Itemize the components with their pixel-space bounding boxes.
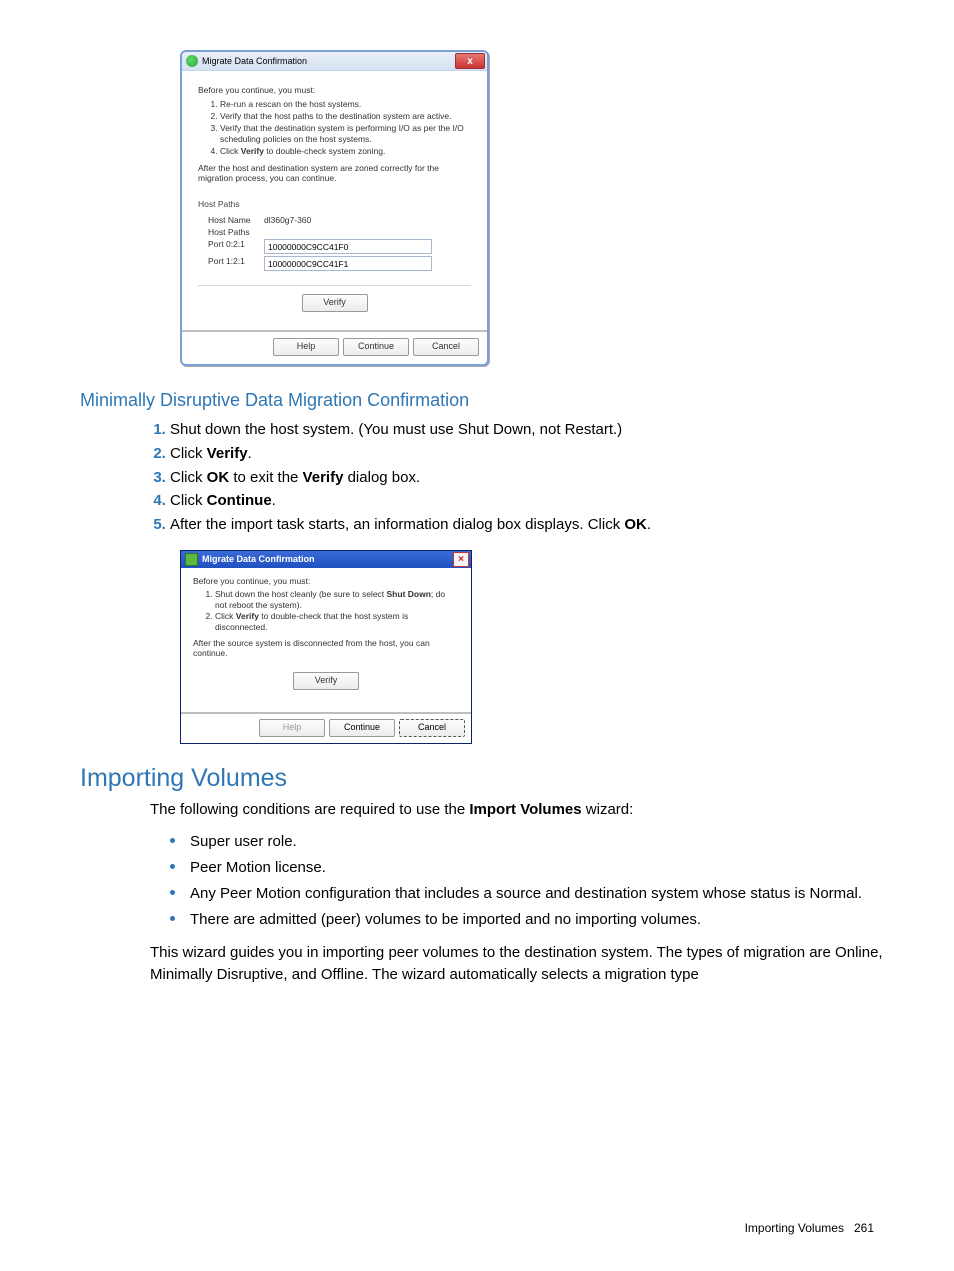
- migrate-data-dialog-1: Migrate Data Confirmation x Before you c…: [180, 50, 489, 366]
- dialog1-after: After the host and destination system ar…: [198, 163, 471, 183]
- section2-heading: Importing Volumes: [80, 764, 884, 793]
- dialog2-intro: Before you continue, you must:: [193, 576, 459, 586]
- continue-button[interactable]: Continue: [329, 719, 395, 737]
- section1-heading: Minimally Disruptive Data Migration Conf…: [80, 390, 884, 411]
- sec2-b3: Any Peer Motion configuration that inclu…: [170, 883, 884, 904]
- dialog1-footer: Help Continue Cancel: [182, 330, 487, 364]
- step4-pre: Click: [220, 146, 241, 156]
- dialog1-titlebar[interactable]: Migrate Data Confirmation x: [182, 52, 487, 71]
- app-icon: [186, 55, 198, 67]
- port0-label: Port 0:2:1: [208, 239, 264, 254]
- step-3: Verify that the destination system is pe…: [220, 123, 471, 145]
- page-footer: Importing Volumes 261: [745, 1221, 874, 1235]
- cancel-button[interactable]: Cancel: [413, 338, 479, 356]
- dialog1-title: Migrate Data Confirmation: [202, 56, 307, 66]
- close-icon[interactable]: x: [455, 53, 485, 69]
- section1-steps: Shut down the host system. (You must use…: [170, 419, 884, 536]
- sec1-li3: Click OK to exit the Verify dialog box.: [170, 467, 884, 489]
- dialog2-steps: Shut down the host cleanly (be sure to s…: [215, 589, 459, 633]
- dialog2-title: Migrate Data Confirmation: [202, 554, 315, 564]
- hostname-value: dl360g7-360: [264, 215, 311, 225]
- step4-post: to double-check system zoning.: [264, 146, 385, 156]
- hostname-row: Host Name dl360g7-360: [208, 215, 471, 225]
- port1-label: Port 1:2:1: [208, 256, 264, 271]
- migrate-data-dialog-2: Migrate Data Confirmation × Before you c…: [180, 550, 472, 744]
- step-1: Re-run a rescan on the host systems.: [220, 99, 471, 110]
- dialog1-steps: Re-run a rescan on the host systems. Ver…: [220, 99, 471, 157]
- sec2-b4: There are admitted (peer) volumes to be …: [170, 909, 884, 930]
- footer-label: Importing Volumes: [745, 1221, 844, 1235]
- dialog1-intro: Before you continue, you must:: [198, 85, 471, 95]
- port1-input[interactable]: [264, 256, 432, 271]
- section2-bullets: Super user role. Peer Motion license. An…: [170, 831, 884, 930]
- separator: [198, 285, 471, 286]
- sec1-li5: After the import task starts, an informa…: [170, 514, 884, 536]
- help-button: Help: [259, 719, 325, 737]
- step-4: Click Verify to double-check system zoni…: [220, 146, 471, 157]
- section2-intro: The following conditions are required to…: [150, 799, 884, 821]
- continue-button[interactable]: Continue: [343, 338, 409, 356]
- d2-step1: Shut down the host cleanly (be sure to s…: [215, 589, 459, 611]
- dialog2-footer: Help Continue Cancel: [181, 712, 471, 743]
- dialog2-after: After the source system is disconnected …: [193, 638, 459, 658]
- sec1-li4: Click Continue.: [170, 490, 884, 512]
- step4-verify: Verify: [241, 146, 264, 156]
- sec1-li2: Click Verify.: [170, 443, 884, 465]
- port0-row: Port 0:2:1: [208, 239, 471, 254]
- sec2-b2: Peer Motion license.: [170, 857, 884, 878]
- cancel-button[interactable]: Cancel: [399, 719, 465, 737]
- port0-input[interactable]: [264, 239, 432, 254]
- sec2-b1: Super user role.: [170, 831, 884, 852]
- section2-para: This wizard guides you in importing peer…: [150, 942, 884, 986]
- port1-row: Port 1:2:1: [208, 256, 471, 271]
- hostpaths-sublabel-row: Host Paths: [208, 227, 471, 237]
- verify-button[interactable]: Verify: [302, 294, 368, 312]
- footer-page: 261: [854, 1221, 874, 1235]
- d2-step2: Click Verify to double-check that the ho…: [215, 611, 459, 633]
- host-paths-label: Host Paths: [198, 199, 471, 209]
- close-icon[interactable]: ×: [453, 552, 469, 567]
- app-icon: [185, 553, 198, 566]
- step-2: Verify that the host paths to the destin…: [220, 111, 471, 122]
- hostpaths-sublabel: Host Paths: [208, 227, 264, 237]
- dialog2-titlebar[interactable]: Migrate Data Confirmation ×: [181, 551, 471, 568]
- verify-button[interactable]: Verify: [293, 672, 359, 690]
- help-button[interactable]: Help: [273, 338, 339, 356]
- hostname-label: Host Name: [208, 215, 264, 225]
- sec1-li1: Shut down the host system. (You must use…: [170, 419, 884, 441]
